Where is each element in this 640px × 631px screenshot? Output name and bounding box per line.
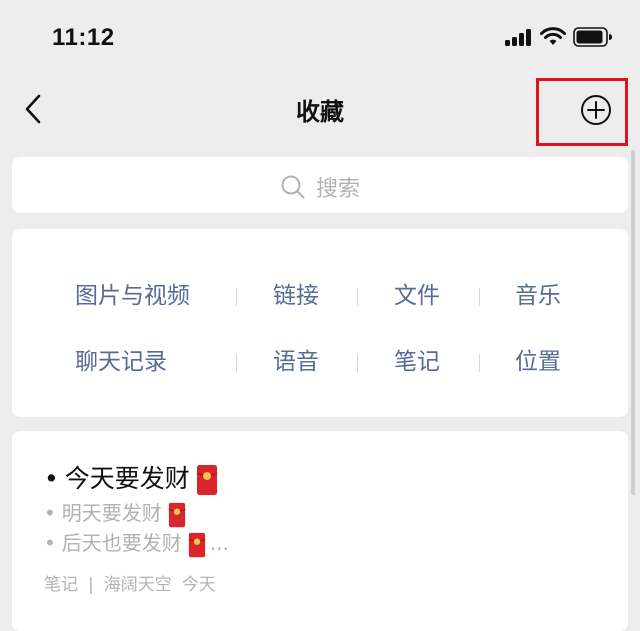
category-links[interactable]: 链接 [273, 276, 319, 310]
red-envelope-icon [168, 502, 186, 527]
category-chat-history[interactable]: 聊天记录 [75, 342, 167, 376]
wifi-icon [540, 27, 566, 45]
search-placeholder: 搜索 [315, 177, 360, 202]
category-location[interactable]: 位置 [515, 342, 561, 376]
red-envelope-icon [188, 532, 206, 557]
note-source: 海阔天空 [103, 575, 172, 595]
status-bar: 11:12 [0, 0, 640, 78]
note-line-2: 明天要发财 [61, 501, 162, 525]
ellipsis: ... [209, 531, 229, 555]
note-date: 今天 [181, 575, 216, 595]
category-music[interactable]: 音乐 [515, 276, 561, 310]
category-photos-videos[interactable]: 图片与视频 [75, 276, 190, 310]
divider [357, 354, 358, 372]
note-preview-line: • 后天也要发财... [44, 527, 229, 558]
signal-icon [505, 28, 531, 46]
category-row: 聊天记录 语音 笔记 位置 [12, 342, 628, 382]
category-files[interactable]: 文件 [394, 276, 440, 310]
meta-separator: | [88, 575, 94, 595]
favorite-note-item[interactable]: • 今天要发财 • 明天要发财 • 后天也要发财... 笔记 | 海阔天空 今天 [12, 431, 628, 631]
bullet: • [44, 464, 59, 493]
category-card: 图片与视频 链接 文件 音乐 聊天记录 语音 笔记 位置 [12, 229, 628, 417]
search-icon [281, 175, 305, 199]
divider [236, 354, 237, 372]
category-voice[interactable]: 语音 [273, 342, 319, 376]
divider [479, 288, 480, 306]
nav-bar: 收藏 [0, 78, 640, 146]
divider [236, 288, 237, 306]
note-title-line: • 今天要发财 [44, 459, 218, 496]
battery-icon [573, 27, 612, 47]
divider [357, 288, 358, 306]
note-type: 笔记 [44, 575, 78, 595]
category-row: 图片与视频 链接 文件 音乐 [12, 276, 628, 316]
divider [479, 354, 480, 372]
note-line-1: 今天要发财 [64, 464, 190, 493]
red-envelope-icon [196, 465, 218, 495]
add-circle-icon[interactable] [580, 94, 612, 126]
bullet: • [44, 501, 56, 525]
scrollbar[interactable] [631, 150, 635, 495]
status-time: 11:12 [52, 24, 115, 51]
note-line-3: 后天也要发财 [61, 531, 182, 555]
category-notes[interactable]: 笔记 [394, 342, 440, 376]
search-input[interactable]: 搜索 [12, 157, 628, 213]
note-meta: 笔记 | 海阔天空 今天 [44, 570, 226, 595]
note-preview-line: • 明天要发财 [44, 497, 186, 528]
bullet: • [44, 531, 56, 555]
